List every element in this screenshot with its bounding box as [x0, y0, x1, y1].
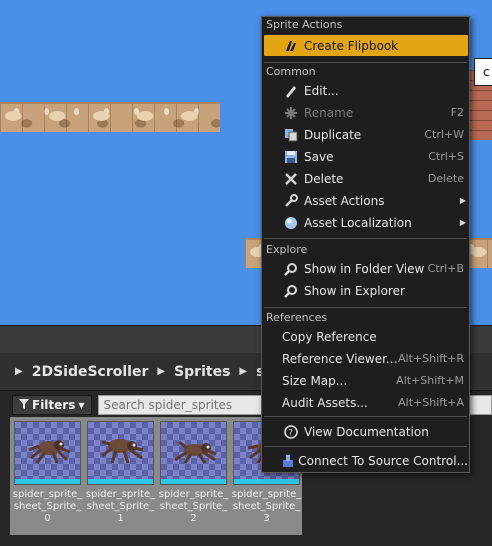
- asset-grid: spider_sprite_ sheet_Sprite_ 0 spider_spri…: [10, 417, 302, 535]
- menu-item-asset-actions[interactable]: Asset Actions ▶: [264, 190, 468, 211]
- asset-tile[interactable]: spider_sprite_ sheet_Sprite_ 0: [12, 421, 83, 531]
- spider-sprite-image: [28, 440, 71, 464]
- shortcut-label: Alt+Shift+A: [398, 396, 464, 409]
- filter-funnel-icon: [19, 398, 29, 412]
- shortcut-label: Alt+Shift+R: [398, 352, 464, 365]
- spider-sprite-image: [174, 440, 217, 464]
- menu-separator: [264, 307, 467, 308]
- menu-section-common: Common: [266, 65, 316, 78]
- menu-item-copy-reference[interactable]: Copy Reference: [264, 326, 468, 347]
- svg-text:?: ?: [288, 428, 293, 438]
- menu-item-show-in-explorer[interactable]: Show in Explorer: [264, 280, 468, 301]
- menu-item-create-flipbook[interactable]: Create Flipbook: [264, 35, 468, 56]
- magnifier-icon: [280, 280, 302, 301]
- flipbook-icon: [280, 35, 302, 56]
- breadcrumb-item-2dsidescroller[interactable]: 2DSideScroller: [32, 364, 149, 380]
- asset-type-bar: [161, 479, 226, 484]
- menu-section-explore: Explore: [266, 243, 308, 256]
- asset-name: spider_sprite_ sheet_Sprite_ 3: [231, 489, 302, 524]
- asset-type-bar: [15, 479, 80, 484]
- breadcrumb-item-sprites[interactable]: Sprites: [174, 364, 230, 380]
- menu-item-connect-source-control[interactable]: Connect To Source Control...: [264, 450, 468, 471]
- submenu-arrow-icon: ▶: [459, 218, 466, 227]
- sprite-thumbnail[interactable]: [87, 421, 154, 485]
- spider-sprite-image: [101, 439, 144, 464]
- menu-separator: [264, 62, 467, 63]
- ground-platform-left: [0, 102, 220, 132]
- menu-item-rename[interactable]: Rename F2: [264, 102, 468, 123]
- menu-item-edit[interactable]: Edit...: [264, 80, 468, 101]
- menu-item-delete[interactable]: Delete Delete: [264, 168, 468, 189]
- asset-type-bar: [88, 479, 153, 484]
- menu-separator: [264, 446, 467, 447]
- asset-name: spider_sprite_ sheet_Sprite_ 0: [12, 489, 83, 524]
- asset-tile[interactable]: spider_sprite_ sheet_Sprite_ 2: [158, 421, 229, 531]
- menu-item-save[interactable]: Save Ctrl+S: [264, 146, 468, 167]
- breadcrumb-arrow-icon[interactable]: ▶: [239, 366, 247, 377]
- magnifier-icon: [280, 258, 302, 279]
- breadcrumb-arrow-icon[interactable]: ▶: [15, 366, 23, 377]
- asset-tile[interactable]: spider_sprite_ sheet_Sprite_ 1: [85, 421, 156, 531]
- menu-section-references: References: [266, 311, 328, 324]
- globe-icon: [280, 212, 302, 233]
- asset-name: spider_sprite_ sheet_Sprite_ 2: [158, 489, 229, 524]
- shortcut-label: Alt+Shift+M: [396, 374, 464, 387]
- shortcut-label: Ctrl+W: [424, 128, 464, 141]
- menu-item-duplicate[interactable]: Duplicate Ctrl+W: [264, 124, 468, 145]
- filters-button[interactable]: Filters ▼: [12, 395, 92, 415]
- delete-icon: [280, 168, 302, 189]
- shortcut-label: F2: [450, 106, 464, 119]
- shortcut-label: Delete: [427, 172, 464, 185]
- submenu-arrow-icon: ▶: [459, 196, 466, 205]
- menu-separator: [264, 238, 467, 239]
- asset-name: spider_sprite_ sheet_Sprite_ 1: [85, 489, 156, 524]
- asset-type-bar: [234, 479, 299, 484]
- menu-separator: [264, 416, 467, 417]
- shortcut-label: Ctrl+S: [428, 150, 464, 163]
- sprite-thumbnail[interactable]: [14, 421, 81, 485]
- viewport-overlay-button[interactable]: c: [474, 58, 492, 86]
- shortcut-label: Ctrl+B: [427, 262, 464, 275]
- rename-icon: [280, 102, 302, 123]
- context-menu: Sprite Actions Create Flipbook Common Ed…: [261, 16, 470, 473]
- menu-item-size-map[interactable]: Size Map... Alt+Shift+M: [264, 370, 468, 391]
- filters-label: Filters: [32, 398, 76, 412]
- menu-item-asset-localization[interactable]: Asset Localization ▶: [264, 212, 468, 233]
- breadcrumb-arrow-icon[interactable]: ▶: [157, 366, 165, 377]
- source-control-icon: [280, 450, 296, 471]
- chevron-down-icon: ▼: [78, 400, 85, 410]
- menu-item-show-in-folder-view[interactable]: Show in Folder View Ctrl+B: [264, 258, 468, 279]
- menu-section-sprite-actions: Sprite Actions: [266, 18, 343, 31]
- sprite-thumbnail[interactable]: [160, 421, 227, 485]
- menu-item-reference-viewer[interactable]: Reference Viewer... Alt+Shift+R: [264, 348, 468, 369]
- wrench-icon: [280, 190, 302, 211]
- help-icon: ?: [280, 421, 302, 442]
- menu-item-view-documentation[interactable]: ? View Documentation: [264, 421, 468, 442]
- duplicate-icon: [280, 124, 302, 145]
- edit-icon: [280, 80, 302, 101]
- menu-item-audit-assets[interactable]: Audit Assets... Alt+Shift+A: [264, 392, 468, 413]
- save-icon: [280, 146, 302, 167]
